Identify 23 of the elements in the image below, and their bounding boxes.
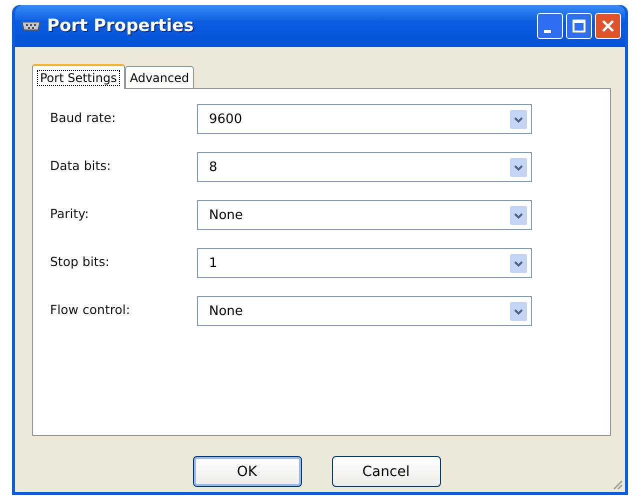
- minimize-icon: [544, 30, 550, 33]
- maximize-icon: [572, 19, 586, 33]
- field-label: Stop bits:: [50, 253, 110, 269]
- tab[interactable]: Advanced: [124, 66, 194, 88]
- dropdown[interactable]: 8: [197, 152, 532, 182]
- port-icon: [21, 20, 41, 32]
- field-label: Data bits:: [50, 157, 112, 173]
- field-label: Baud rate:: [50, 109, 117, 125]
- dropdown[interactable]: 9600: [197, 104, 532, 134]
- field-label: Flow control:: [50, 301, 132, 317]
- tab[interactable]: Port Settings: [32, 64, 125, 89]
- resize-grip-icon[interactable]: [611, 478, 623, 490]
- dropdown[interactable]: None: [197, 200, 532, 230]
- dialog-button[interactable]: Cancel: [332, 456, 440, 487]
- window-title: Port Properties: [47, 16, 194, 36]
- field-label: Parity:: [50, 205, 90, 221]
- minimize-button[interactable]: [537, 13, 563, 39]
- dropdown[interactable]: None: [197, 296, 532, 326]
- close-icon: [601, 19, 615, 33]
- dialog-button[interactable]: OK: [192, 456, 302, 487]
- dropdown[interactable]: 1: [197, 248, 532, 278]
- maximize-button[interactable]: [566, 13, 592, 39]
- close-button[interactable]: [595, 13, 621, 39]
